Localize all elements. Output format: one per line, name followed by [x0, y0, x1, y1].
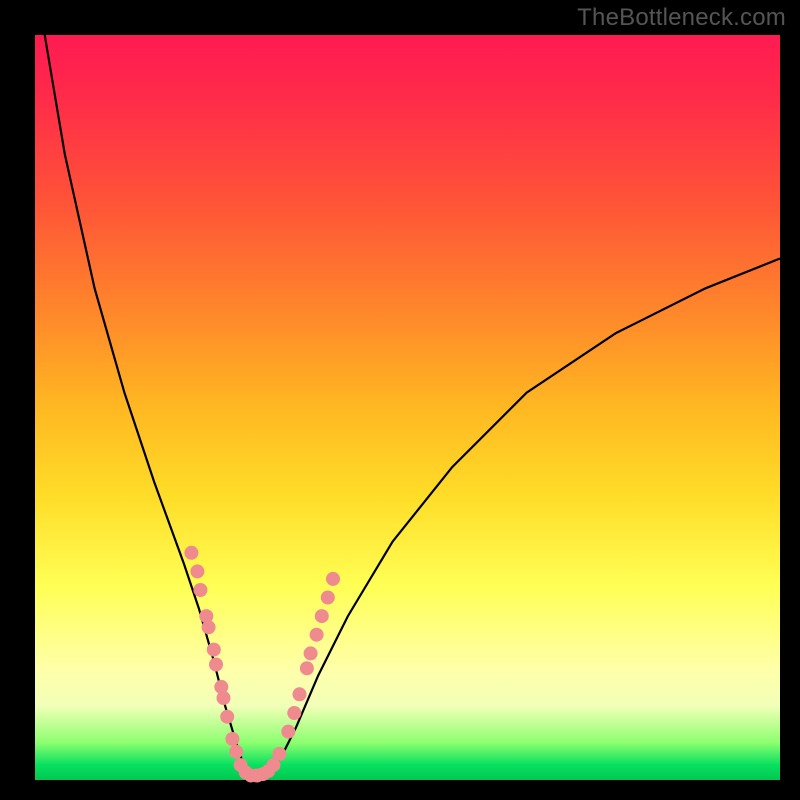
sample-dot [315, 609, 329, 623]
sample-dot [209, 658, 223, 672]
sample-dot [202, 620, 216, 634]
sample-dot [293, 687, 307, 701]
chart-frame: TheBottleneck.com [0, 0, 800, 800]
sample-dot [272, 747, 286, 761]
sample-dot [229, 745, 243, 759]
sample-dot [287, 706, 301, 720]
plot-area [35, 35, 780, 780]
sample-dot [193, 583, 207, 597]
bottleneck-curve [45, 35, 780, 776]
sample-dot [190, 564, 204, 578]
sample-dot [220, 710, 234, 724]
sample-dot [184, 546, 198, 560]
sample-dot [207, 643, 221, 657]
dot-cluster [184, 546, 340, 783]
sample-dot [326, 572, 340, 586]
sample-dot [310, 628, 324, 642]
curve-svg [35, 35, 780, 780]
sample-dot [225, 732, 239, 746]
watermark-text: TheBottleneck.com [577, 4, 786, 32]
sample-dot [217, 691, 231, 705]
sample-dot [281, 725, 295, 739]
sample-dot [321, 591, 335, 605]
sample-dot [304, 646, 318, 660]
sample-dot [300, 661, 314, 675]
